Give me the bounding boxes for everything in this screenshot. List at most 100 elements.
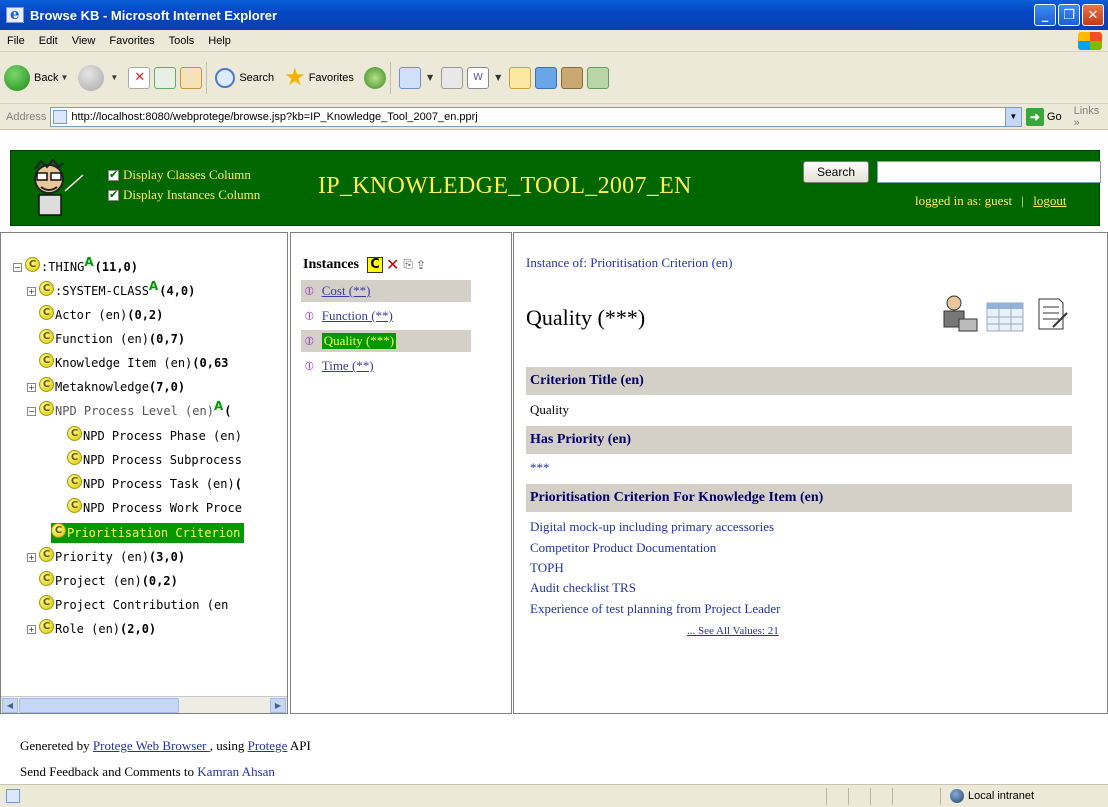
- go-button[interactable]: ➜ Go: [1025, 107, 1062, 126]
- class-name[interactable]: Metaknowledge: [55, 380, 149, 394]
- table-icon[interactable]: [985, 293, 1025, 335]
- class-name[interactable]: NPD Process Phase (en): [83, 429, 242, 443]
- class-name[interactable]: NPD Process Work Proce: [83, 501, 242, 515]
- class-name[interactable]: Prioritisation Criterion: [67, 526, 240, 540]
- messenger-icon[interactable]: [535, 66, 558, 89]
- knowledge-item-link[interactable]: TOPH: [530, 560, 564, 576]
- class-name[interactable]: Project (en): [55, 574, 142, 588]
- print-icon[interactable]: [441, 66, 464, 89]
- class-tree-node[interactable]: C NPD Process Work Proce: [67, 497, 242, 518]
- menu-edit[interactable]: Edit: [32, 35, 65, 47]
- upload-icon[interactable]: ⇪: [416, 258, 426, 272]
- class-tree-node[interactable]: C Project Contribution (en: [39, 594, 228, 615]
- menu-file[interactable]: File: [0, 35, 32, 47]
- see-all-values-link[interactable]: ... See All Values: 21: [687, 625, 779, 637]
- folder-icon[interactable]: [509, 66, 532, 89]
- home-icon[interactable]: [180, 66, 203, 89]
- stop-icon[interactable]: ✕: [128, 66, 151, 89]
- contacts-icon[interactable]: [587, 66, 610, 89]
- instance-link[interactable]: Function (**): [322, 308, 393, 324]
- search-button[interactable]: Search: [803, 161, 869, 183]
- class-name[interactable]: :THING: [41, 260, 84, 274]
- edit-document-icon[interactable]: [1031, 293, 1071, 335]
- menu-help[interactable]: Help: [201, 35, 238, 47]
- knowledge-item-link[interactable]: Audit checklist TRS: [530, 580, 636, 596]
- expand-icon[interactable]: +: [27, 624, 36, 634]
- class-name[interactable]: Role (en): [55, 622, 120, 636]
- media-icon[interactable]: [363, 66, 386, 89]
- class-tree-node[interactable]: C Actor (en) (0,2): [39, 304, 163, 325]
- close-button[interactable]: ✕: [1082, 4, 1104, 26]
- history-icon[interactable]: [398, 66, 421, 89]
- copy-icon[interactable]: ⎘: [403, 257, 413, 272]
- class-tree-node[interactable]: + C Role (en) (2,0): [27, 618, 156, 639]
- class-name[interactable]: NPD Process Level (en): [55, 404, 214, 418]
- expand-icon[interactable]: +: [27, 286, 36, 296]
- class-tree-node[interactable]: + C Metaknowledge (7,0): [27, 376, 185, 397]
- instance-item[interactable]: ⦶ Function (**): [301, 305, 471, 327]
- class-name[interactable]: NPD Process Task (en): [83, 477, 235, 491]
- instance-item[interactable]: ⦶ Cost (**): [301, 280, 471, 302]
- delete-instance-button[interactable]: ✕: [386, 255, 399, 274]
- menu-view[interactable]: View: [65, 35, 103, 47]
- logout-link[interactable]: logout: [1033, 193, 1066, 208]
- class-name[interactable]: Priority (en): [55, 550, 149, 564]
- class-tree-node[interactable]: C Project (en) (0,2): [39, 570, 178, 591]
- menu-tools[interactable]: Tools: [162, 35, 202, 47]
- url-field[interactable]: http://localhost:8080/webprotege/browse.…: [50, 106, 1022, 127]
- scroll-right-icon[interactable]: ▶: [270, 698, 286, 713]
- knowledge-item-link[interactable]: Digital mock-up including primary access…: [530, 519, 774, 535]
- class-tree-node[interactable]: C NPD Process Task (en)(: [67, 473, 242, 494]
- search-toolbar-button[interactable]: Search: [215, 67, 274, 88]
- class-tree-node[interactable]: C Knowledge Item (en) (0,63: [39, 352, 228, 373]
- class-name[interactable]: Project Contribution (en: [55, 598, 228, 612]
- class-tree-node[interactable]: − C NPD Process Level (en) A(: [27, 399, 231, 421]
- knowledge-item-link[interactable]: Experience of test planning from Project…: [530, 601, 781, 617]
- instance-item-selected[interactable]: ⦶ Quality (***): [301, 330, 471, 352]
- slot-value-has-priority[interactable]: ***: [530, 460, 550, 476]
- protege-link[interactable]: Protege: [248, 738, 288, 753]
- author-link[interactable]: Kamran Ahsan: [197, 764, 275, 779]
- window-title-bar[interactable]: Browse KB - Microsoft Internet Explorer …: [0, 0, 1108, 30]
- class-name[interactable]: :SYSTEM-CLASS: [55, 284, 149, 298]
- display-instances-checkbox[interactable]: Display Instances Column: [108, 187, 260, 203]
- class-name[interactable]: Knowledge Item (en): [55, 356, 192, 370]
- class-name[interactable]: NPD Process Subprocess: [83, 453, 242, 467]
- display-classes-checkbox[interactable]: Display Classes Column: [108, 167, 251, 183]
- class-name[interactable]: Function (en): [55, 332, 149, 346]
- search-input[interactable]: [877, 161, 1101, 183]
- minimize-button[interactable]: _: [1034, 4, 1056, 26]
- class-tree-node[interactable]: + C Priority (en) (3,0): [27, 546, 185, 567]
- person-computer-icon[interactable]: [939, 293, 979, 335]
- menu-favorites[interactable]: Favorites: [102, 35, 161, 47]
- create-instance-button[interactable]: C: [367, 256, 384, 273]
- expand-icon[interactable]: +: [27, 552, 36, 562]
- class-tree-node[interactable]: C Prioritisation Criterion: [51, 522, 245, 543]
- maximize-button[interactable]: ❐: [1058, 4, 1080, 26]
- class-name[interactable]: Actor (en): [55, 308, 127, 322]
- horizontal-scrollbar[interactable]: ◀ ▶: [1, 696, 287, 713]
- knowledge-item-link[interactable]: Competitor Product Documentation: [530, 540, 716, 556]
- instance-item[interactable]: ⦶ Time (**): [301, 355, 471, 377]
- collapse-icon[interactable]: −: [27, 406, 36, 416]
- instance-link[interactable]: Quality (***): [321, 333, 397, 349]
- collapse-icon[interactable]: −: [13, 262, 22, 272]
- back-button[interactable]: Back ▼: [4, 64, 68, 91]
- class-tree-node[interactable]: − C:THING A (11,0): [13, 255, 138, 277]
- scroll-thumb[interactable]: [19, 698, 179, 713]
- instance-of-label[interactable]: Instance of: Prioritisation Criterion (e…: [526, 255, 733, 271]
- protege-web-browser-link[interactable]: Protege Web Browser: [93, 738, 210, 753]
- links-button[interactable]: Links »: [1074, 105, 1108, 129]
- class-tree-node[interactable]: C NPD Process Subprocess: [67, 449, 242, 470]
- refresh-icon[interactable]: [154, 66, 177, 89]
- instance-link[interactable]: Cost (**): [322, 283, 371, 299]
- expand-icon[interactable]: +: [27, 382, 36, 392]
- class-tree-node[interactable]: C Function (en) (0,7): [39, 328, 185, 349]
- class-tree-node[interactable]: + C:SYSTEM-CLASS A (4,0): [27, 279, 195, 301]
- class-tree-node[interactable]: C NPD Process Phase (en): [67, 425, 242, 446]
- chevron-down-icon[interactable]: ▼: [1004, 107, 1021, 126]
- favorites-toolbar-button[interactable]: ★ Favorites: [284, 63, 354, 92]
- scroll-left-icon[interactable]: ◀: [2, 698, 18, 713]
- word-edit-icon[interactable]: W: [467, 66, 490, 89]
- research-icon[interactable]: [561, 66, 584, 89]
